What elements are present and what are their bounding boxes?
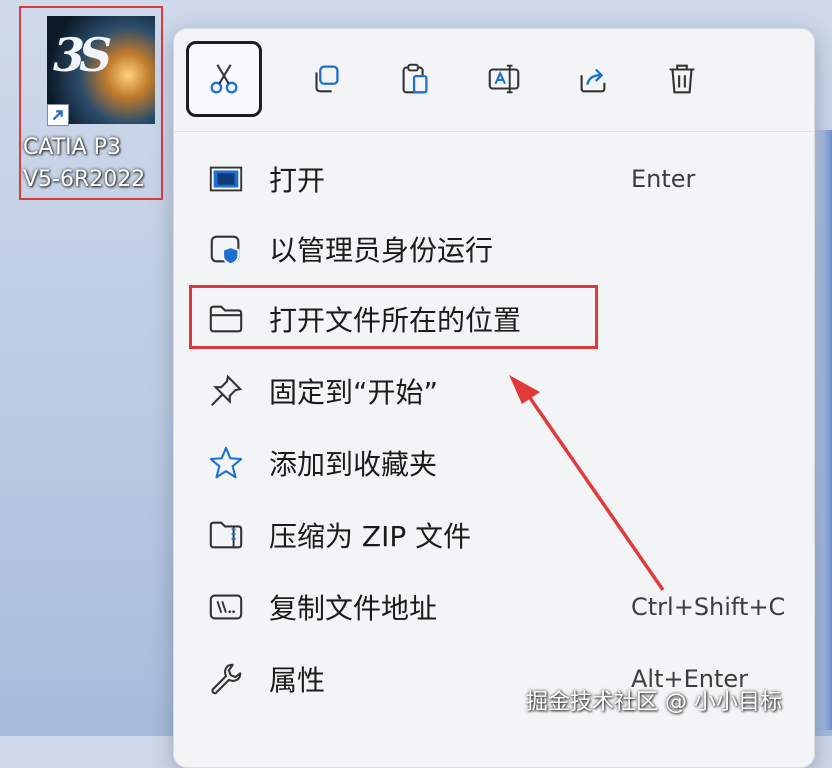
paste-icon xyxy=(402,63,428,94)
menu-item-add-to-favorites[interactable]: 添加到收藏夹 xyxy=(186,431,804,495)
context-menu: 打开 Enter 以管理员身份运行 打开文件所在的位置 固定到“开始” 添加到收… xyxy=(173,28,815,768)
menu-item-label: 属性 xyxy=(269,664,326,697)
desktop-shortcut-catia[interactable]: 3S CATIA P3 V5-6R2022 xyxy=(19,6,163,200)
delete-button[interactable] xyxy=(644,41,720,117)
menu-item-shortcut: Enter xyxy=(631,165,696,193)
menu-item-label: 压缩为 ZIP 文件 xyxy=(269,520,472,553)
desktop-icon-label: CATIA P3 V5-6R2022 xyxy=(21,132,173,196)
window-icon xyxy=(206,159,246,199)
rename-icon xyxy=(488,64,520,94)
desktop-wallpaper-edge xyxy=(812,130,832,730)
menu-item-copy-as-path[interactable]: 复制文件地址 Ctrl+Shift+C xyxy=(186,575,804,639)
catia-logo: 3S xyxy=(53,28,112,82)
menu-item-open[interactable]: 打开 Enter xyxy=(186,147,804,211)
desktop-label-line1: CATIA P3 xyxy=(23,135,121,160)
path-icon xyxy=(206,587,246,627)
share-button[interactable] xyxy=(555,41,631,117)
copy-icon xyxy=(315,65,339,93)
wrench-icon xyxy=(206,659,246,699)
toolbar-separator xyxy=(174,131,814,132)
copy-button[interactable] xyxy=(288,41,364,117)
menu-item-label: 固定到“开始” xyxy=(269,376,439,409)
highlight-box xyxy=(189,285,598,349)
trash-icon xyxy=(669,64,695,94)
desktop-label-line2: V5-6R2022 xyxy=(23,167,146,192)
menu-item-shortcut: Ctrl+Shift+C xyxy=(631,593,786,621)
menu-item-pin-to-start[interactable]: 固定到“开始” xyxy=(186,359,804,423)
menu-item-run-as-admin[interactable]: 以管理员身份运行 xyxy=(186,217,804,281)
menu-item-label: 添加到收藏夹 xyxy=(269,448,438,481)
paste-button[interactable] xyxy=(377,41,453,117)
star-icon xyxy=(206,443,246,483)
cut-button[interactable] xyxy=(186,41,262,117)
pin-icon xyxy=(206,371,246,411)
shortcut-arrow-icon xyxy=(47,104,69,126)
menu-item-compress-zip[interactable]: 压缩为 ZIP 文件 xyxy=(186,503,804,567)
context-toolbar xyxy=(184,41,804,121)
menu-item-label: 打开 xyxy=(269,164,326,197)
scissors-icon xyxy=(210,64,238,94)
rename-button[interactable] xyxy=(466,41,542,117)
menu-item-label: 复制文件地址 xyxy=(269,592,438,625)
menu-item-label: 以管理员身份运行 xyxy=(269,234,494,267)
zip-folder-icon xyxy=(206,515,246,555)
shield-icon xyxy=(206,229,246,269)
watermark: 掘金技术社区 @ 小小目标 xyxy=(526,690,782,715)
share-icon xyxy=(580,68,606,93)
